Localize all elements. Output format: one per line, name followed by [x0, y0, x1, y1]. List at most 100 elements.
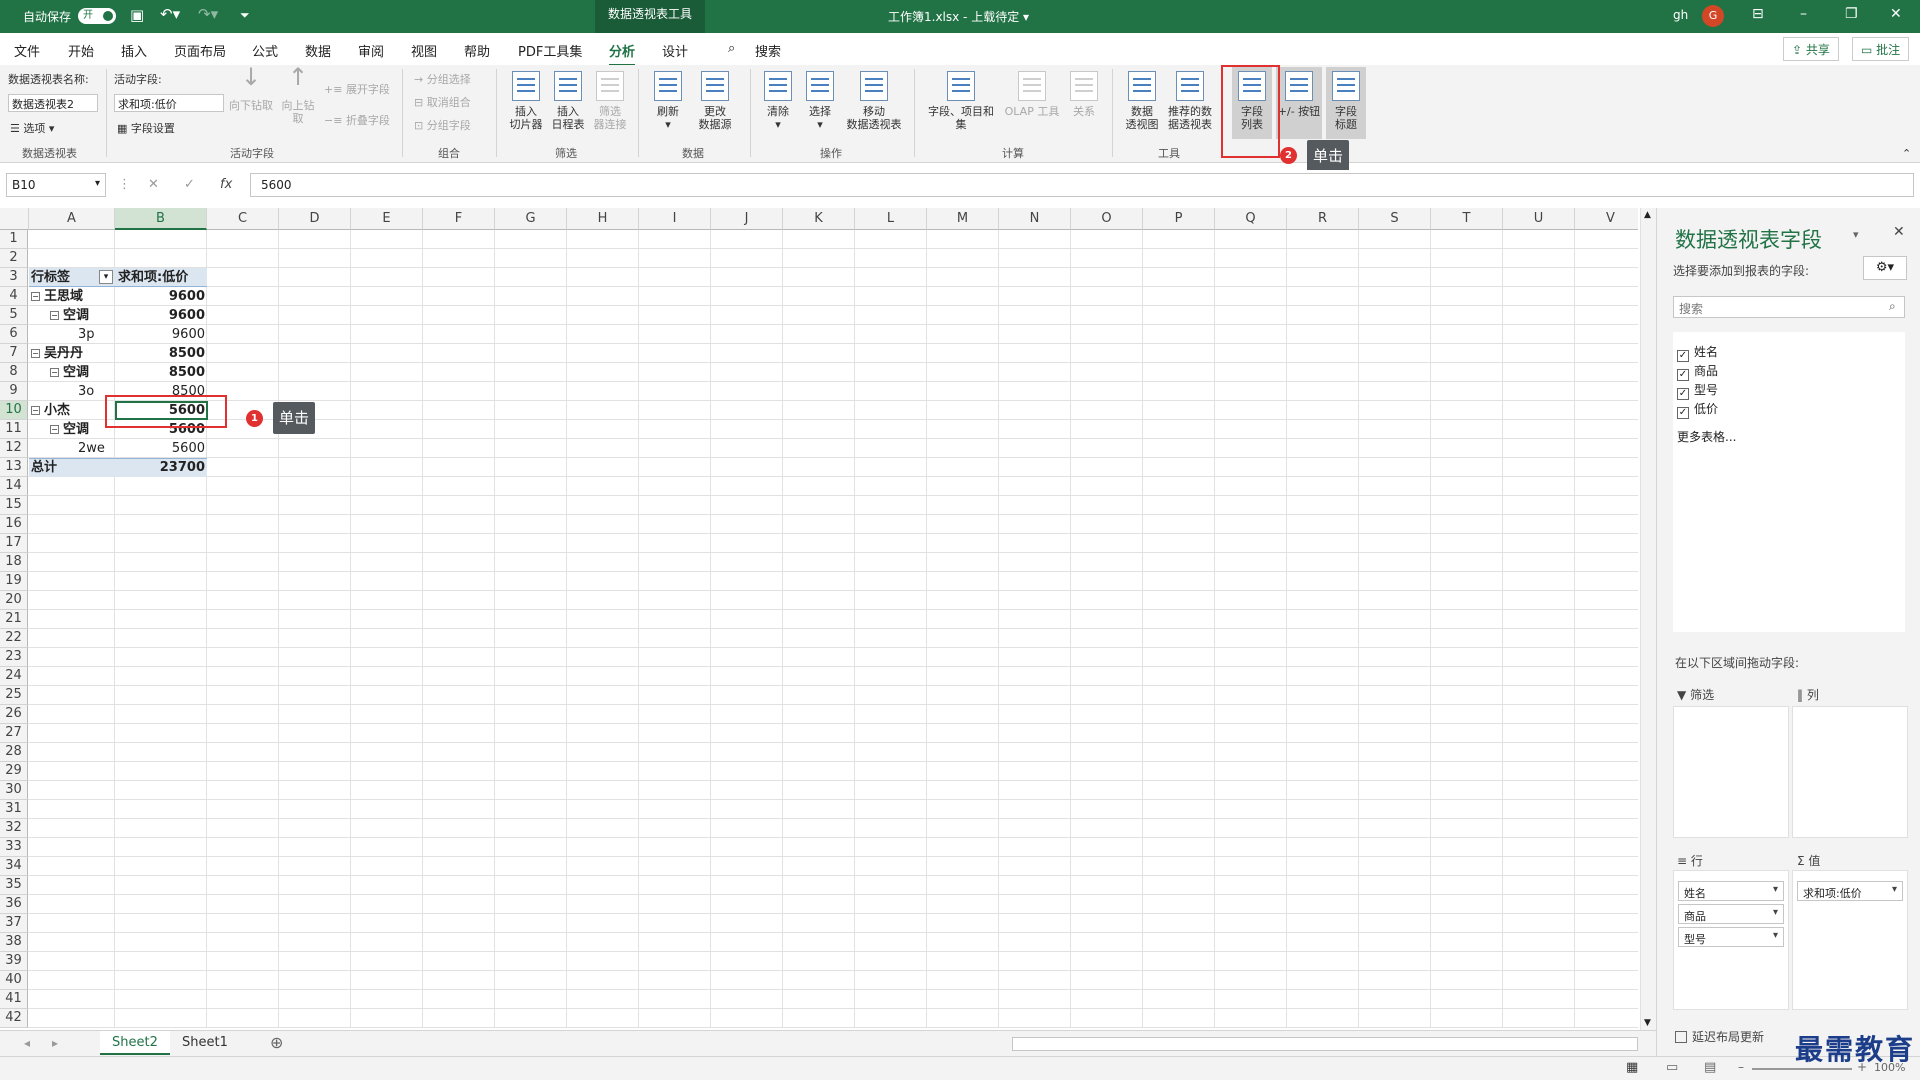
- pivot-row-value[interactable]: 9600: [115, 306, 205, 325]
- restore-icon[interactable]: ❐: [1845, 6, 1858, 22]
- zoom-out-icon[interactable]: –: [1738, 1060, 1744, 1074]
- change-data-source-button[interactable]: 更改 数据源: [690, 71, 740, 131]
- scroll-down-icon[interactable]: ▼: [1644, 1018, 1651, 1028]
- row-header[interactable]: 42: [0, 1009, 28, 1028]
- column-header-e[interactable]: E: [351, 208, 423, 230]
- row-header[interactable]: 21: [0, 610, 28, 629]
- page-break-view-icon[interactable]: ▤: [1704, 1060, 1716, 1075]
- share-button[interactable]: ⇪ 共享: [1783, 37, 1839, 61]
- tab-view[interactable]: 视图: [411, 41, 437, 60]
- row-header[interactable]: 36: [0, 895, 28, 914]
- ungroup-button[interactable]: ⊟ 取消组合: [414, 94, 471, 110]
- add-sheet-icon[interactable]: ⊕: [270, 1033, 283, 1052]
- tab-analyze[interactable]: 分析: [609, 41, 636, 66]
- close-icon[interactable]: ✕: [1890, 6, 1902, 22]
- insert-timeline-button[interactable]: 插入 日程表: [548, 71, 588, 131]
- column-header-n[interactable]: N: [999, 208, 1071, 230]
- sheet-tab-sheet2[interactable]: Sheet2: [100, 1031, 170, 1055]
- autosave-toggle[interactable]: 开: [78, 8, 116, 24]
- name-box[interactable]: B10 ▾: [6, 173, 106, 197]
- horizontal-scrollbar[interactable]: [1012, 1037, 1638, 1051]
- column-header-c[interactable]: C: [207, 208, 279, 230]
- tab-review[interactable]: 审阅: [358, 41, 384, 60]
- ribbon-display-icon[interactable]: ⊟: [1752, 6, 1764, 22]
- column-header-g[interactable]: G: [495, 208, 567, 230]
- pivot-row-value[interactable]: 8500: [115, 363, 205, 382]
- pivot-row-label[interactable]: 3o: [78, 382, 94, 401]
- next-sheet-icon[interactable]: ▸: [52, 1036, 58, 1050]
- row-header[interactable]: 9: [0, 382, 28, 401]
- pivot-total-value[interactable]: 23700: [115, 458, 205, 477]
- column-header-h[interactable]: H: [567, 208, 639, 230]
- tell-me-search[interactable]: 搜索: [755, 41, 781, 60]
- user-name[interactable]: gh: [1673, 8, 1688, 22]
- row-header[interactable]: 6: [0, 325, 28, 344]
- expand-field-button[interactable]: +≡ 展开字段: [324, 81, 390, 97]
- pivot-name-input[interactable]: 数据透视表2: [8, 94, 98, 112]
- row-header[interactable]: 3: [0, 268, 28, 287]
- pivot-row-value[interactable]: 9600: [115, 325, 205, 344]
- insert-slicer-button[interactable]: 插入 切片器: [506, 71, 546, 131]
- tab-formulas[interactable]: 公式: [252, 41, 278, 60]
- row-header[interactable]: 31: [0, 800, 28, 819]
- pane-options-chevron-icon[interactable]: ▾: [1853, 228, 1859, 241]
- field-checkbox-product[interactable]: ✓ 商品: [1677, 362, 1718, 381]
- row-field-chip-model[interactable]: 型号: [1678, 927, 1784, 947]
- row-header[interactable]: 33: [0, 838, 28, 857]
- filters-area[interactable]: [1673, 706, 1789, 838]
- row-header[interactable]: 30: [0, 781, 28, 800]
- row-field-chip-product[interactable]: 商品: [1678, 904, 1784, 924]
- collapse-toggle-icon[interactable]: −: [31, 349, 40, 358]
- collapse-toggle-icon[interactable]: −: [31, 406, 40, 415]
- pane-close-icon[interactable]: ✕: [1893, 224, 1905, 240]
- tab-help[interactable]: 帮助: [464, 41, 490, 60]
- columns-area[interactable]: [1792, 706, 1908, 838]
- avatar[interactable]: G: [1702, 5, 1724, 27]
- field-checkbox-model[interactable]: ✓ 型号: [1677, 381, 1718, 400]
- formula-input[interactable]: 5600: [250, 173, 1914, 197]
- customize-qat-icon[interactable]: ⏷: [240, 8, 250, 23]
- active-field-input[interactable]: 求和项:低价: [114, 94, 224, 112]
- column-header-o[interactable]: O: [1071, 208, 1143, 230]
- row-header[interactable]: 14: [0, 477, 28, 496]
- collapse-toggle-icon[interactable]: −: [50, 368, 59, 377]
- field-headers-button[interactable]: 字段 标题: [1326, 67, 1366, 139]
- tab-pdf-tools[interactable]: PDF工具集: [518, 41, 582, 60]
- row-header[interactable]: 7: [0, 344, 28, 363]
- insert-function-icon[interactable]: fx: [220, 177, 232, 192]
- options-button[interactable]: ☰ 选项 ▾: [10, 120, 54, 136]
- collapse-toggle-icon[interactable]: −: [50, 311, 59, 320]
- fields-items-sets-button[interactable]: 字段、项目和 集: [922, 71, 1000, 131]
- pivot-row-value[interactable]: 9600: [115, 287, 205, 306]
- column-header-k[interactable]: K: [783, 208, 855, 230]
- minimize-icon[interactable]: –: [1800, 6, 1807, 22]
- select-all-corner[interactable]: [0, 208, 29, 230]
- column-header-j[interactable]: J: [711, 208, 783, 230]
- field-checkbox-name[interactable]: ✓ 姓名: [1677, 343, 1718, 362]
- row-header[interactable]: 35: [0, 876, 28, 895]
- column-header-s[interactable]: S: [1359, 208, 1431, 230]
- collapse-ribbon-icon[interactable]: ⌃: [1902, 147, 1911, 160]
- prev-sheet-icon[interactable]: ◂: [24, 1036, 30, 1050]
- scroll-up-icon[interactable]: ▲: [1644, 210, 1651, 220]
- pivot-row-label[interactable]: 吴丹丹: [44, 344, 83, 363]
- cancel-icon[interactable]: ✕: [148, 177, 159, 192]
- pivot-row-label[interactable]: 2we: [78, 439, 105, 458]
- pivot-row-label[interactable]: 3p: [78, 325, 95, 344]
- pivot-row-value[interactable]: 8500: [115, 344, 205, 363]
- pivot-chart-button[interactable]: 数据 透视图: [1122, 71, 1162, 131]
- field-search-input[interactable]: 搜索: [1673, 296, 1905, 318]
- row-header[interactable]: 15: [0, 496, 28, 515]
- row-header[interactable]: 37: [0, 914, 28, 933]
- row-header[interactable]: 26: [0, 705, 28, 724]
- tab-page-layout[interactable]: 页面布局: [174, 41, 226, 60]
- row-header[interactable]: 16: [0, 515, 28, 534]
- row-header[interactable]: 2: [0, 249, 28, 268]
- collapse-toggle-icon[interactable]: −: [50, 425, 59, 434]
- row-header[interactable]: 23: [0, 648, 28, 667]
- drill-down-button[interactable]: ↓ 向下钻取: [226, 65, 276, 112]
- save-icon[interactable]: ▣: [130, 6, 144, 24]
- row-header[interactable]: 27: [0, 724, 28, 743]
- row-header[interactable]: 10: [0, 401, 28, 420]
- drill-up-button[interactable]: ↑ 向上钻取: [278, 65, 318, 125]
